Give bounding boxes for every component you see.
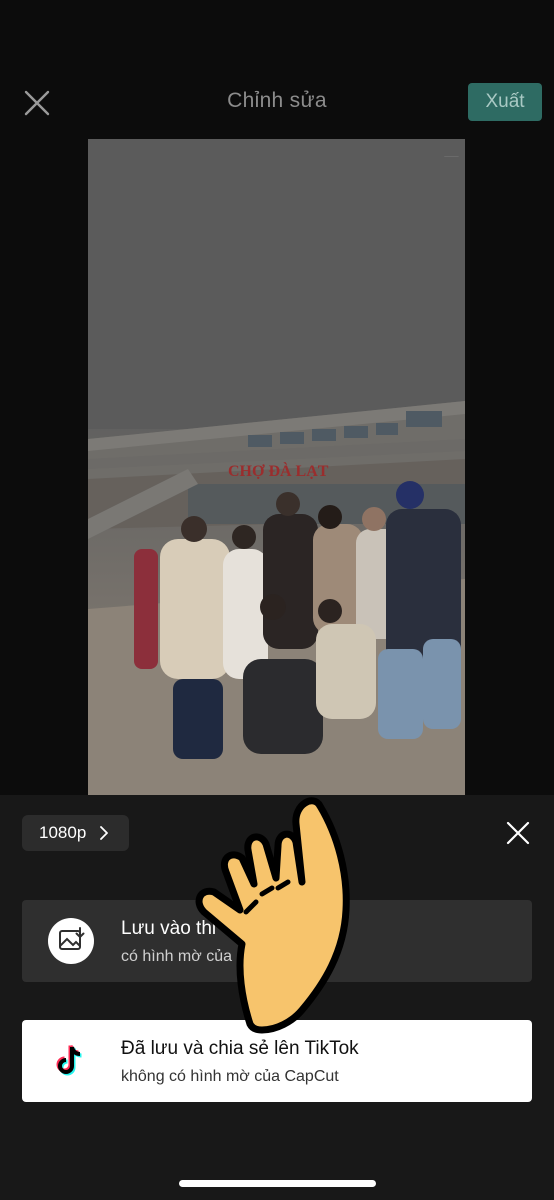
video-preview: CHỢ ĐÀ LẠT ⸺ <box>88 139 465 799</box>
chevron-right-icon <box>100 826 108 840</box>
save-to-gallery-icon <box>48 918 94 964</box>
watermark: ⸺ <box>443 151 459 161</box>
tiktok-option-subtitle: không có hình mờ của CapCut <box>121 1068 339 1085</box>
resolution-label: 1080p <box>39 823 87 842</box>
save-option-title: Lưu vào thi <box>121 918 217 939</box>
tiktok-option-title: Đã lưu và chia sẻ lên TikTok <box>121 1038 359 1059</box>
home-indicator <box>179 1180 376 1187</box>
close-sheet-icon[interactable] <box>506 821 530 845</box>
preview-photo: CHỢ ĐÀ LẠT <box>88 139 465 799</box>
top-bar: Chỉnh sửa Xuất <box>0 0 554 140</box>
save-to-gallery-option[interactable]: Lưu vào thi có hình mờ của CapCut <box>22 900 532 982</box>
export-button[interactable]: Xuất <box>468 83 542 121</box>
tiktok-icon <box>48 1038 94 1084</box>
resolution-button[interactable]: 1080p <box>22 815 129 851</box>
export-sheet <box>0 795 554 1200</box>
share-tiktok-option[interactable]: Đã lưu và chia sẻ lên TikTok không có hì… <box>22 1020 532 1102</box>
market-sign: CHỢ ĐÀ LẠT <box>228 461 329 480</box>
save-option-subtitle: có hình mờ của CapCut <box>121 948 291 965</box>
